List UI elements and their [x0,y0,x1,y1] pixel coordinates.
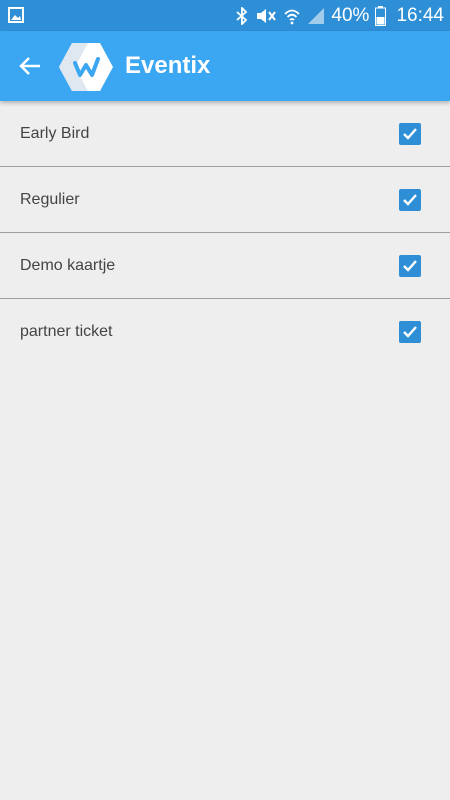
ticket-label: Early Bird [20,125,90,142]
ticket-checkbox[interactable] [399,123,421,145]
clock: 16:44 [396,5,444,26]
checkmark-icon [403,194,417,206]
back-button[interactable] [12,48,48,84]
status-bar: 40% 16:44 [0,0,450,31]
mute-icon [255,7,277,25]
status-icons: 40% 16:44 [235,0,444,31]
app-bar: Eventix [0,31,450,101]
list-item[interactable]: Regulier [0,167,450,233]
ticket-label: Demo kaartje [20,257,116,274]
checkmark-icon [403,128,417,140]
bluetooth-icon [235,6,249,25]
ticket-checkbox[interactable] [399,321,421,343]
checkmark-icon [403,326,417,338]
ticket-list: Early Bird Regulier Demo kaartje partner… [0,101,450,365]
battery-percentage: 40% [331,5,370,26]
ticket-checkbox[interactable] [399,189,421,211]
gallery-icon [8,7,24,23]
wifi-icon [283,7,301,25]
list-item[interactable]: partner ticket [0,299,450,365]
signal-icon [307,7,325,25]
list-item[interactable]: Early Bird [0,101,450,167]
checkmark-icon [403,260,417,272]
ticket-checkbox[interactable] [399,255,421,277]
app-title: Eventix [125,52,211,79]
battery-icon [375,5,387,26]
ticket-label: Regulier [20,191,80,208]
list-item[interactable]: Demo kaartje [0,233,450,299]
ticket-label: partner ticket [20,323,113,340]
eventix-logo [58,41,114,93]
arrow-left-icon [19,57,40,75]
